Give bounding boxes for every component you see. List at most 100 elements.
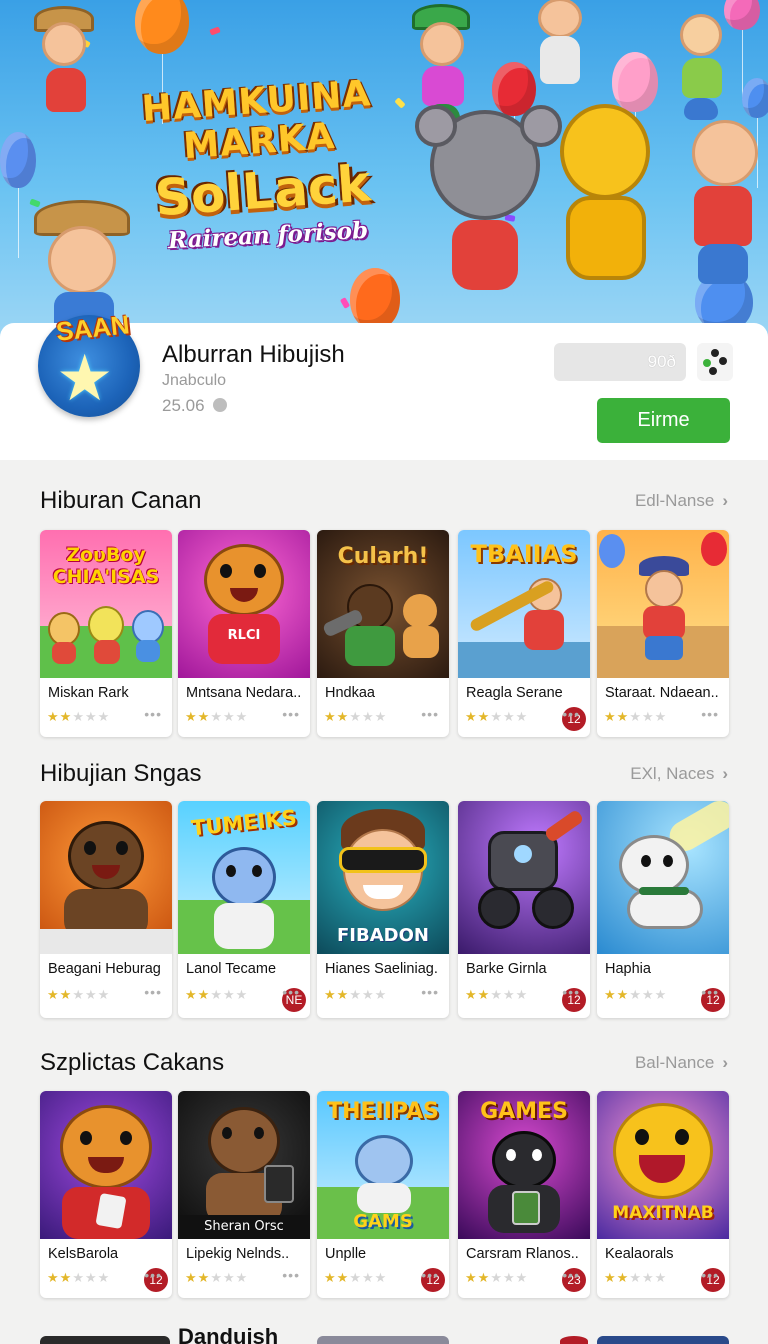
app-name: Miskan Rark (48, 685, 129, 701)
star-icon: ★★★ (72, 1270, 111, 1285)
star-icon: ★★★ (490, 709, 529, 724)
see-all-link[interactable]: EXl, Naces › (630, 764, 728, 784)
thumbnail-art-text: GAMES (480, 1099, 568, 1124)
more-dots-icon[interactable]: ••• (562, 1267, 580, 1283)
mouse-body (452, 220, 518, 290)
more-dots-icon[interactable]: ••• (144, 984, 162, 1000)
star-icon: ★★ (465, 709, 491, 724)
app-card[interactable]: 12 KelsBarola ★★★★★ ••• (40, 1091, 172, 1298)
more-dots-icon[interactable]: ••• (701, 1267, 719, 1283)
star-icon: ★★★ (210, 709, 249, 724)
see-all-label: Edl-Nanse (634, 491, 715, 510)
app-meta-value: 25.06 (162, 396, 205, 415)
star-icon: ★★★ (349, 987, 388, 1002)
thumbnail-art-text: Sheran Orsc (204, 1219, 284, 1234)
rating-stars: ★★★★★ (324, 987, 387, 1003)
rating-stars: ★★★★★ (185, 1270, 248, 1286)
thumbnail-art-text: MAXITNAB (612, 1203, 714, 1223)
more-dots-icon[interactable]: ••• (144, 706, 162, 722)
app-name: Lipekig Nelnds.. (186, 1246, 290, 1262)
cartoon-kid (662, 14, 742, 124)
app-thumbnail: Cularh! (317, 530, 449, 678)
thumbnail-art-text: RLCI (227, 628, 261, 643)
rating-stars: ★★★★★ (47, 1270, 110, 1286)
app-thumbnail (597, 801, 729, 954)
install-button[interactable]: Eirme (597, 398, 730, 443)
star-icon: ★★★ (629, 709, 668, 724)
app-thumbnail: ZoυBoy CHIA'ISAS (40, 530, 172, 678)
more-dots-icon[interactable]: ••• (421, 706, 439, 722)
cartoon-kid (30, 6, 110, 126)
thumbnail-art-text: ZoυBoy CHIA'ISAS (52, 544, 160, 588)
app-card[interactable]: ZoυBoy CHIA'ISAS Miskan Rark ★★★★★ ••• (40, 530, 172, 737)
app-card[interactable]: MAXITNAB 12 Kealaorals ★★★★★ ••• (597, 1091, 729, 1298)
rating-stars: ★★★★★ (324, 1270, 387, 1286)
rating-stars: ★★★★★ (185, 709, 248, 725)
share-dot (719, 357, 727, 365)
section-title: Hiburan Canan (40, 487, 202, 514)
app-name: Kealaorals (605, 1246, 674, 1262)
cartoon-kid (682, 120, 768, 290)
app-developer[interactable]: Jnabculo (162, 372, 226, 390)
mouse-ear (520, 105, 562, 147)
info-icon[interactable] (212, 398, 227, 412)
see-all-link[interactable]: Bal-Nance › (635, 1053, 728, 1073)
bear-mascot (560, 104, 650, 199)
hero-title: HAMKUINA MARKA SolLack (140, 73, 379, 228)
star-icon: ★★ (465, 987, 491, 1002)
rating-stars: ★★★★★ (324, 709, 387, 725)
star-icon: ★★★ (72, 709, 111, 724)
app-name: Barke Girnla (466, 961, 547, 977)
rating-stars: ★★★★★ (604, 1270, 667, 1286)
app-card[interactable]: 12 Haphia ★★★★★ ••• (597, 801, 729, 1018)
more-dots-icon[interactable]: ••• (282, 706, 300, 722)
mouse-ear (415, 105, 457, 147)
app-card[interactable]: Beagani Heburag ★★★★★ ••• (40, 801, 172, 1018)
more-dots-icon[interactable]: ••• (282, 1267, 300, 1283)
more-dots-icon[interactable]: ••• (562, 706, 580, 722)
app-name: Staraat. Ndaean.. (605, 685, 719, 701)
rating-stars: ★★★★★ (47, 709, 110, 725)
chevron-right-icon: › (722, 491, 728, 510)
more-dots-icon[interactable]: ••• (562, 984, 580, 1000)
app-card[interactable]: 12 Barke Girnla ★★★★★ ••• (458, 801, 590, 1018)
app-card[interactable]: Staraat. Ndaean.. ★★★★★ ••• (597, 530, 729, 737)
star-icon: ★★ (604, 1270, 630, 1285)
app-card[interactable]: GAMES 23 Carsram Rlanos.. ★★★★★ ••• (458, 1091, 590, 1298)
confetti (209, 26, 221, 36)
thumbnail-art-text: GAMS (353, 1211, 413, 1232)
star-icon: ★★ (47, 709, 73, 724)
thumbnail-art-text: Cularh! (337, 544, 429, 569)
balloon (350, 268, 400, 345)
more-dots-icon[interactable]: ••• (701, 984, 719, 1000)
thumbnail-art-text: THEIIPAS (327, 1099, 439, 1124)
app-card[interactable]: RLCI Mntsana Nedara.. ★★★★★ ••• (178, 530, 310, 737)
app-card[interactable]: FIBADON Hianes Saeliniag. ★★★★★ ••• (317, 801, 449, 1018)
app-card[interactable]: TBAIIAS 12 Reagla Serane ★★★★★ ••• (458, 530, 590, 737)
app-size-pill: 90ð (554, 343, 686, 381)
app-card[interactable]: Sheran Orsc Lipekig Nelnds.. ★★★★★ ••• (178, 1091, 310, 1298)
star-icon: ★★ (185, 709, 211, 724)
more-dots-icon[interactable]: ••• (701, 706, 719, 722)
more-dots-icon[interactable]: ••• (282, 984, 300, 1000)
star-icon: ★★ (47, 1270, 73, 1285)
app-card[interactable]: THEIIPAS GAMS 12 Unplle ★★★★★ ••• (317, 1091, 449, 1298)
star-icon: ★★★ (490, 1270, 529, 1285)
see-all-label: EXl, Naces (630, 764, 715, 783)
app-meta: 25.06 (162, 396, 227, 416)
see-all-link[interactable]: Edl-Nanse › (635, 491, 728, 511)
app-thumbnail: GAMES (458, 1091, 590, 1239)
app-name: Hianes Saeliniag. (325, 961, 438, 977)
more-dots-icon[interactable]: ••• (421, 1267, 439, 1283)
app-card[interactable]: Cularh! Hndkaa ★★★★★ ••• (317, 530, 449, 737)
app-thumbnail: FIBADON (317, 801, 449, 954)
app-card[interactable]: TUMEIKS NE Lanol Tecame ★★★★★ ••• (178, 801, 310, 1018)
share-icon[interactable] (697, 343, 733, 381)
rating-stars: ★★★★★ (465, 1270, 528, 1286)
more-dots-icon[interactable]: ••• (421, 984, 439, 1000)
next-section-title: Dandujsh (178, 1324, 279, 1344)
star-icon: ★★ (324, 987, 350, 1002)
app-thumbnail (40, 801, 172, 954)
app-thumbnail: TBAIIAS (458, 530, 590, 678)
more-dots-icon[interactable]: ••• (144, 1267, 162, 1283)
